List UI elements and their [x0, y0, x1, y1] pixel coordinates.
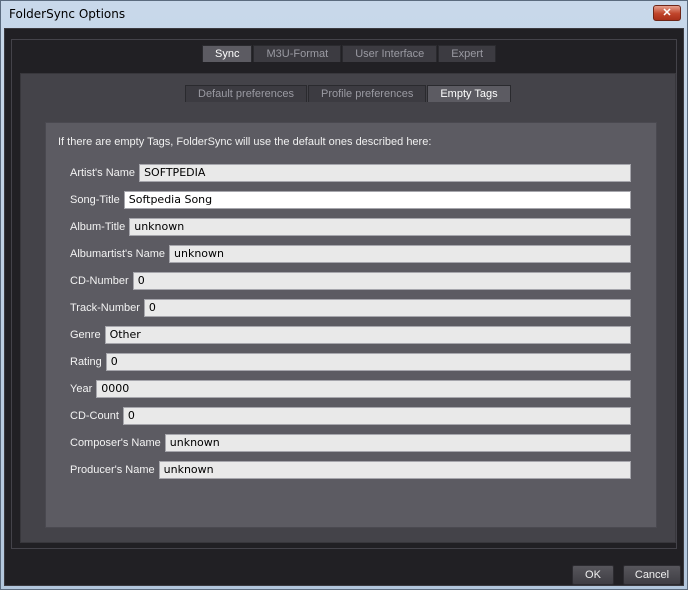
tag-value-input[interactable]: 0	[122, 407, 631, 425]
tab-expert[interactable]: Expert	[438, 45, 497, 62]
field-row: Song-Title Softpedia Song	[70, 191, 631, 209]
tag-value-input[interactable]: 0000	[96, 380, 632, 398]
sync-tab-pane: If there are empty Tags, FolderSync will…	[20, 73, 676, 543]
field-label: Albumartist's Name	[70, 248, 166, 260]
main-tab-bar: Sync M3U-Format User Interface Expert	[202, 45, 497, 62]
field-row: Genre Other	[70, 326, 631, 344]
ok-button[interactable]: OK	[572, 565, 614, 585]
field-label: Track-Number	[70, 302, 140, 314]
tab-default-preferences[interactable]: Default preferences	[185, 85, 307, 102]
title-bar[interactable]: FolderSync Options ✕	[1, 1, 687, 27]
field-row: Albumartist's Name unknown	[70, 245, 632, 263]
field-row: Producer's Name unknown	[70, 461, 631, 479]
field-label: Rating	[70, 356, 102, 368]
field-row: CD-Number 0	[70, 272, 631, 290]
field-label: Artist's Name	[70, 167, 136, 179]
tag-value-input[interactable]: 0	[105, 353, 631, 371]
field-row: Album-Title unknown	[70, 218, 632, 236]
field-row: Track-Number 0	[70, 299, 631, 317]
outer-panel: If there are empty Tags, FolderSync will…	[11, 39, 677, 549]
field-label: Genre	[70, 329, 101, 341]
tab-user-interface[interactable]: User Interface	[342, 45, 438, 62]
tag-value-input[interactable]: 0	[143, 299, 631, 317]
tab-m3u-format[interactable]: M3U-Format	[253, 45, 342, 62]
field-row: Artist's Name SOFTPEDIA	[70, 164, 632, 182]
field-label: Composer's Name	[70, 437, 161, 449]
field-row: CD-Count 0	[70, 407, 631, 425]
tag-value-input[interactable]: 0	[132, 272, 631, 290]
intro-text: If there are empty Tags, FolderSync will…	[58, 136, 432, 148]
close-button[interactable]: ✕	[653, 5, 681, 21]
field-label: Producer's Name	[70, 464, 155, 476]
tab-empty-tags[interactable]: Empty Tags	[427, 85, 511, 102]
window-title: FolderSync Options	[9, 7, 126, 21]
window-client-area: If there are empty Tags, FolderSync will…	[4, 28, 684, 586]
tag-value-input[interactable]: SOFTPEDIA	[139, 164, 632, 182]
tag-value-input[interactable]: unknown	[129, 218, 632, 236]
empty-tags-pane: If there are empty Tags, FolderSync will…	[45, 122, 657, 528]
tab-profile-preferences[interactable]: Profile preferences	[308, 85, 427, 102]
field-label: Song-Title	[70, 194, 120, 206]
tag-value-input[interactable]: unknown	[164, 434, 631, 452]
cancel-button[interactable]: Cancel	[623, 565, 681, 585]
field-row: Year 0000	[70, 380, 632, 398]
field-label: CD-Number	[70, 275, 129, 287]
options-window: FolderSync Options ✕ If there are empty …	[0, 0, 688, 590]
tag-value-input[interactable]: Softpedia Song	[123, 191, 631, 209]
field-row: Composer's Name unknown	[70, 434, 631, 452]
tag-value-input[interactable]: Other	[104, 326, 631, 344]
field-label: Year	[70, 383, 93, 395]
field-label: Album-Title	[70, 221, 126, 233]
tag-value-input[interactable]: unknown	[158, 461, 631, 479]
tab-sync[interactable]: Sync	[202, 45, 253, 62]
tag-value-input[interactable]: unknown	[169, 245, 632, 263]
field-label: CD-Count	[70, 410, 119, 422]
field-row: Rating 0	[70, 353, 631, 371]
sub-tab-bar: Default preferences Profile preferences …	[185, 85, 512, 102]
